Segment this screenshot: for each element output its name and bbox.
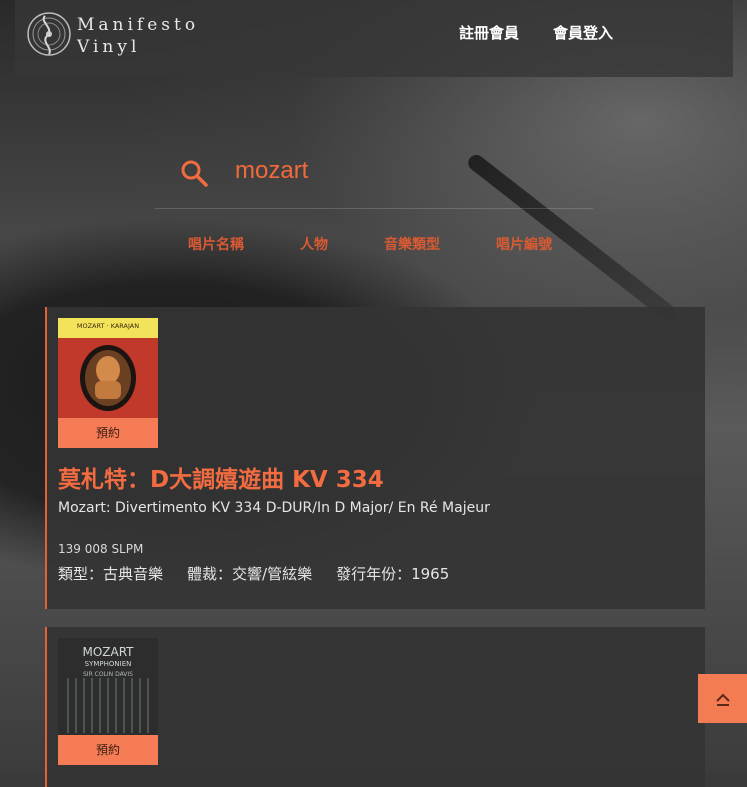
album-cover-caption: SYMPHONIEN [85, 660, 132, 668]
header-nav: 註冊會員 會員登入 [459, 22, 613, 43]
meta-genre: 體裁：交響/管絃樂 [187, 565, 313, 583]
album-cover-caption: MOZART [82, 645, 134, 659]
preorder-badge[interactable]: 預約 [58, 735, 158, 765]
filter-album-name[interactable]: 唱片名稱 [188, 234, 244, 254]
result-card[interactable]: MOZART SYMPHONIEN SIR COLIN DAVIS 預約 [45, 627, 705, 787]
album-title[interactable]: 莫札特：D大調嬉遊曲 KV 334 [58, 460, 384, 494]
chevron-up-icon [715, 693, 730, 706]
album-cover[interactable]: MOZART · KARAJAN [58, 318, 158, 418]
back-to-top-button[interactable] [698, 674, 747, 723]
result-card[interactable]: MOZART · KARAJAN 預約 莫札特：D大調嬉遊曲 KV 334 Mo… [45, 307, 705, 609]
album-meta: 類型：古典音樂 體裁：交響/管絃樂 發行年份：1965 [58, 563, 449, 584]
meta-year: 發行年份：1965 [336, 565, 450, 583]
catalog-number: 139 008 SLPM [58, 542, 144, 556]
register-link[interactable]: 註冊會員 [459, 22, 519, 43]
brand-line-1: Manifesto [77, 15, 200, 35]
search-bar [155, 146, 593, 209]
album-cover-caption: SIR COLIN DAVIS [83, 671, 133, 678]
album-cover[interactable]: MOZART SYMPHONIEN SIR COLIN DAVIS [58, 638, 158, 738]
filter-music-genre[interactable]: 音樂類型 [384, 234, 440, 254]
logo-icon [27, 12, 71, 56]
search-input[interactable] [233, 152, 577, 190]
brand-name: Manifesto Vinyl [77, 14, 199, 58]
filter-catalog-number[interactable]: 唱片編號 [496, 234, 552, 254]
album-cover-art: MOZART · KARAJAN [58, 318, 158, 418]
site-header: Manifesto Vinyl 註冊會員 會員登入 [15, 0, 733, 77]
login-link[interactable]: 會員登入 [553, 22, 613, 43]
brand-line-2: Vinyl [77, 37, 141, 57]
album-subtitle: Mozart: Divertimento KV 334 D-DUR/In D M… [58, 500, 490, 516]
album-cover-caption: MOZART · KARAJAN [77, 322, 139, 330]
preorder-badge[interactable]: 預約 [58, 418, 158, 448]
album-cover-art: MOZART SYMPHONIEN SIR COLIN DAVIS [58, 638, 158, 738]
filter-person[interactable]: 人物 [300, 234, 328, 254]
meta-type: 類型：古典音樂 [58, 565, 164, 583]
search-filters: 唱片名稱 人物 音樂類型 唱片編號 [188, 234, 608, 254]
search-icon[interactable] [179, 158, 209, 188]
logo[interactable]: Manifesto Vinyl [25, 8, 225, 68]
